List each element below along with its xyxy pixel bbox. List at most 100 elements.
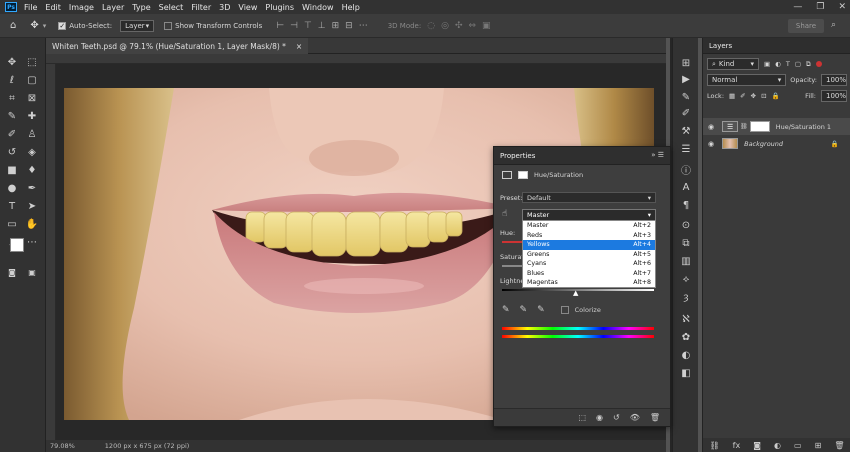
character-icon[interactable]: A (679, 180, 693, 194)
play-action-icon[interactable]: ▶ (679, 72, 693, 86)
healing-tool-icon[interactable]: ✚ (24, 108, 40, 124)
brush-tool-icon[interactable]: ✐ (4, 126, 20, 142)
menu-window[interactable]: Window (298, 3, 338, 12)
align-center-icon[interactable]: ⊣ (290, 21, 298, 31)
styles-icon[interactable]: ⧉ (679, 236, 693, 250)
mask-icon[interactable] (518, 171, 528, 179)
link-layers-icon[interactable]: ⛓ (710, 441, 720, 450)
layer-row-background[interactable]: ◉ Background 🔒 (703, 135, 850, 152)
visibility-eye-icon[interactable]: ◉ (708, 140, 714, 148)
layer-mask-thumbnail[interactable] (749, 121, 770, 132)
panel-menu-icon[interactable]: » ☰ (651, 151, 664, 159)
menu-file[interactable]: File (20, 3, 41, 12)
tool-presets-icon[interactable]: ⚒ (679, 124, 693, 138)
swatches-icon[interactable]: ✿ (679, 330, 693, 344)
visibility-eye-icon[interactable]: ◉ (708, 123, 714, 131)
align-top-icon[interactable]: ⊥ (318, 21, 326, 31)
menu-3d[interactable]: 3D (215, 3, 234, 12)
preset-dropdown[interactable]: Default ▾ (522, 192, 656, 203)
glyphs-icon[interactable]: ȝ (679, 290, 693, 304)
properties-header[interactable]: Properties (494, 147, 670, 165)
foreground-color-swatch[interactable] (10, 238, 24, 252)
layers-title[interactable]: Layers (709, 42, 732, 50)
menu-filter[interactable]: Filter (187, 3, 215, 12)
delete-adjustment-icon[interactable]: 🗑 (650, 413, 660, 422)
home-icon[interactable]: ⌂ (10, 20, 16, 31)
adjustments-icon[interactable]: ☰ (679, 142, 693, 156)
more-options-icon[interactable]: ⋯ (359, 21, 368, 31)
channels-icon[interactable]: ℵ (679, 312, 693, 326)
menu-help[interactable]: Help (338, 3, 364, 12)
3d-roll-icon[interactable]: ◎ (441, 21, 449, 31)
history-brush-icon[interactable]: ↺ (4, 144, 20, 160)
color-icon[interactable]: ◐ (679, 348, 693, 362)
tool-preset-chevron-icon[interactable]: ▾ (43, 22, 47, 30)
paragraph-icon[interactable]: ¶ (679, 198, 693, 212)
eyedropper-subtract-icon[interactable]: ✎ (537, 305, 545, 315)
channel-option-blues[interactable]: Blues Alt+7 (523, 269, 655, 279)
new-adjustment-icon[interactable]: ◐ (774, 441, 781, 450)
layer-style-icon[interactable]: fx (733, 441, 741, 450)
menu-select[interactable]: Select (155, 3, 188, 12)
lock-position-icon[interactable]: ✥ (751, 92, 756, 100)
adjustment-filter-icon[interactable]: ◐ (775, 60, 781, 68)
colorize-checkbox[interactable]: Colorize (560, 306, 601, 314)
history-icon[interactable]: ⊞ (679, 56, 693, 70)
menu-type[interactable]: Type (128, 3, 154, 12)
minimize-button[interactable]: — (793, 2, 802, 12)
3d-orbit-icon[interactable]: ◌ (427, 21, 435, 31)
object-select-tool-icon[interactable]: ▢ (24, 72, 40, 88)
libraries-icon[interactable]: ◧ (679, 366, 693, 380)
quick-mask-icon[interactable]: ◙ (4, 264, 20, 280)
move-tool-icon[interactable]: ✥ (30, 20, 38, 31)
new-layer-icon[interactable]: ⊞ (815, 441, 822, 450)
blend-mode-dropdown[interactable]: Normal ▾ (707, 74, 787, 86)
lasso-tool-icon[interactable]: ℓ (4, 72, 20, 88)
channel-option-reds[interactable]: Reds Alt+3 (523, 231, 655, 241)
auto-select-checkbox[interactable]: ✓ Auto-Select: (58, 21, 112, 30)
frame-tool-icon[interactable]: ⊠ (24, 90, 40, 106)
opacity-field[interactable]: 100% (821, 74, 847, 86)
menu-edit[interactable]: Edit (41, 3, 65, 12)
screen-mode-icon[interactable]: ▣ (24, 264, 40, 280)
filter-kind-dropdown[interactable]: ⌕ Kind ▾ (707, 58, 759, 70)
3d-pan-icon[interactable]: ✣ (455, 21, 463, 31)
show-transform-checkbox[interactable]: Show Transform Controls (164, 21, 262, 30)
delete-layer-icon[interactable]: 🗑 (834, 441, 844, 450)
layer-comps-icon[interactable]: ▥ (679, 254, 693, 268)
channel-option-magentas[interactable]: Magentas Alt+8 (523, 278, 655, 288)
align-left-icon[interactable]: ⊢ (276, 21, 284, 31)
type-tool-icon[interactable]: T (4, 198, 20, 214)
document-tab[interactable]: Whiten Teeth.psd @ 79.1% (Hue/Saturation… (46, 38, 309, 54)
3d-slide-icon[interactable]: ⇔ (468, 21, 476, 31)
pen-tool-icon[interactable]: ✒ (24, 180, 40, 196)
targeted-adjustment-hand-icon[interactable]: ☝ (502, 209, 507, 219)
channel-option-yellows[interactable]: Yellows Alt+4 (523, 240, 655, 250)
menu-view[interactable]: View (234, 3, 261, 12)
close-tab-icon[interactable]: × (296, 42, 302, 51)
move-tool-icon[interactable]: ✥ (4, 54, 20, 70)
smartobject-filter-icon[interactable]: ⧉ (806, 60, 811, 69)
saturation-slider-track[interactable] (502, 265, 522, 267)
lock-transparent-icon[interactable]: ▦ (729, 92, 735, 100)
shape-filter-icon[interactable]: ▢ (795, 60, 801, 68)
menu-layer[interactable]: Layer (98, 3, 128, 12)
align-right-icon[interactable]: ⊤ (304, 21, 312, 31)
new-group-icon[interactable]: ▭ (794, 441, 802, 450)
close-window-button[interactable]: ✕ (838, 2, 846, 12)
visibility-eye-icon[interactable]: 👁 (630, 413, 640, 422)
comments-icon[interactable]: ✎ (679, 90, 693, 104)
channel-option-cyans[interactable]: Cyans Alt+6 (523, 259, 655, 269)
layer-row-hue-saturation[interactable]: ◉ ☰ ⛓ Hue/Saturation 1 (703, 118, 850, 135)
info-icon[interactable]: ⓘ (679, 162, 693, 177)
clip-to-layer-icon[interactable]: ⬚ (578, 413, 586, 422)
3d-scale-icon[interactable]: ▣ (482, 21, 491, 31)
view-previous-icon[interactable]: ◉ (596, 413, 603, 422)
crop-tool-icon[interactable]: ⌗ (4, 90, 20, 106)
add-mask-icon[interactable]: ◙ (753, 441, 761, 450)
shape-tool-icon[interactable]: ▭ (4, 216, 20, 232)
marquee-tool-icon[interactable]: ⬚ (24, 54, 40, 70)
type-filter-icon[interactable]: T (786, 60, 790, 68)
align-bottom-icon[interactable]: ⊟ (345, 21, 353, 31)
more-tools-icon[interactable]: ⋯ (24, 234, 40, 250)
